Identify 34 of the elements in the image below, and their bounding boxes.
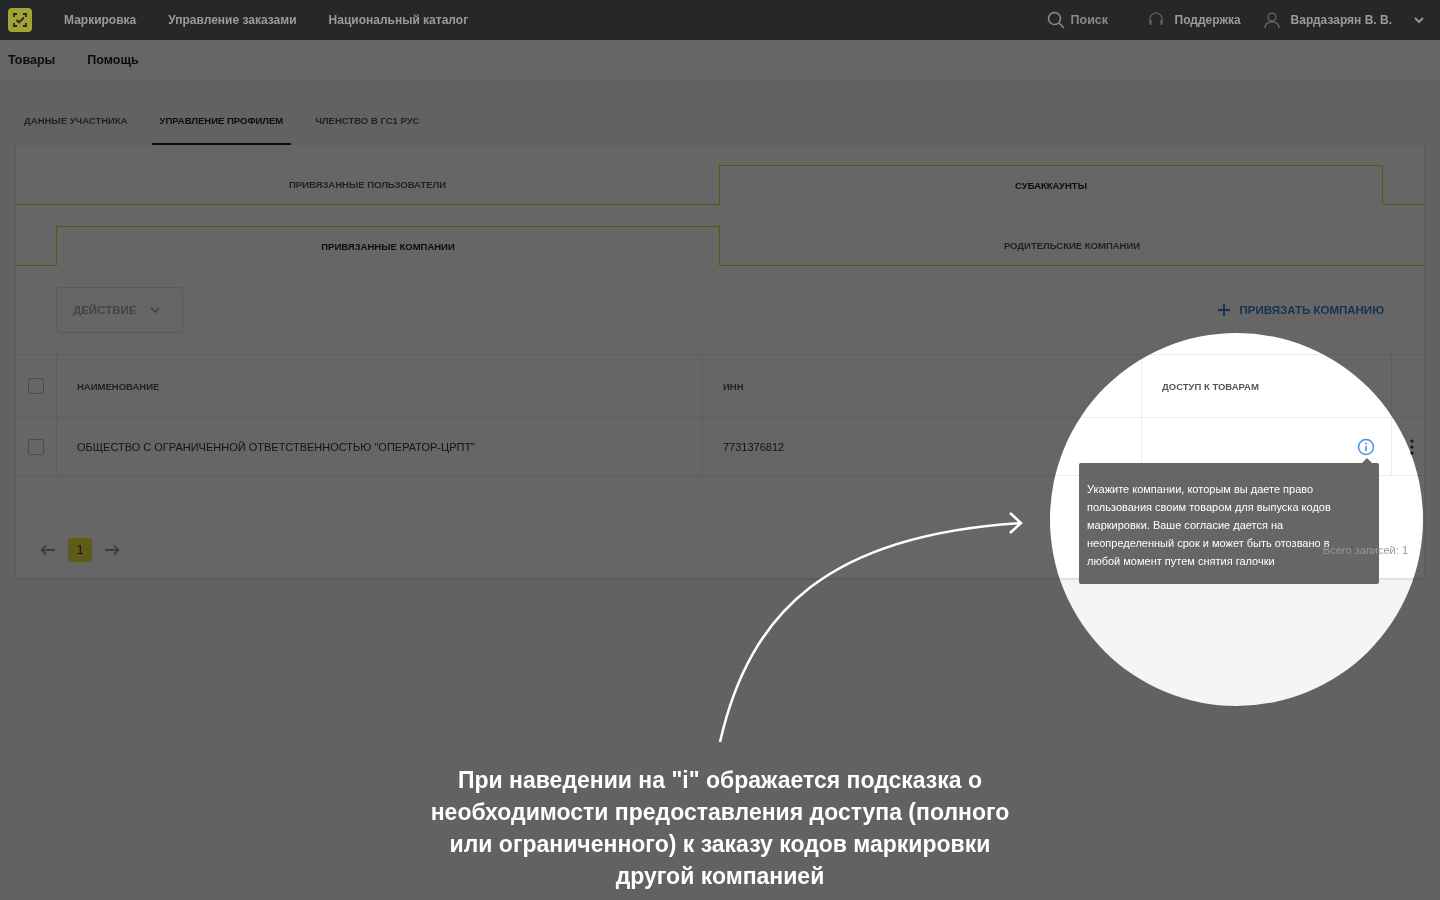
column-header: ДОСТУП К ТОВАРАМ xyxy=(1162,380,1259,392)
next-page-button[interactable] xyxy=(104,544,120,556)
tab[interactable]: ЧЛЕНСТВО В ГС1 РУС xyxy=(307,97,428,145)
page-button[interactable]: 1 xyxy=(68,538,92,562)
nav-link[interactable]: Управление заказами xyxy=(168,13,297,27)
column-header: ИНН xyxy=(723,380,744,392)
add-company-button[interactable]: ПРИВЯЗАТЬ КОМПАНИЮ xyxy=(1217,304,1384,316)
previous-page-button[interactable] xyxy=(40,544,56,556)
logo-icon[interactable] xyxy=(8,8,32,32)
menu-link[interactable]: Помощь xyxy=(87,53,139,67)
table-cell: ОБЩЕСТВО С ОГРАНИЧЕННОЙ ОТВЕТСТВЕННОСТЬЮ "ОПЕРАТОР-ЦРПТ" xyxy=(77,440,476,453)
select-all-checkbox[interactable] xyxy=(28,378,44,394)
column-header: НАИМЕНОВАНИЕ xyxy=(77,380,160,392)
chevron-down-icon xyxy=(150,306,161,314)
user-icon xyxy=(1262,11,1281,29)
tab[interactable]: ДАННЫЕ УЧАСТНИКА xyxy=(16,97,136,145)
menu-link[interactable]: Товары xyxy=(8,53,56,67)
tab[interactable]: ПРИВЯЗАННЫЕ ПОЛЬЗОВАТЕЛИ xyxy=(16,145,719,205)
table-cell: 7731376812 xyxy=(723,440,785,453)
search-field[interactable]: Поиск xyxy=(1070,13,1131,27)
tab[interactable]: ПРИВЯЗАННЫЕ КОМПАНИИ xyxy=(56,226,720,266)
more-icon[interactable] xyxy=(1410,438,1414,455)
support-link[interactable]: Поддержка xyxy=(1174,13,1241,27)
user-name[interactable]: Вардазарян В. В. xyxy=(1290,13,1392,27)
row-checkbox[interactable] xyxy=(28,438,44,455)
chevron-down-icon[interactable] xyxy=(1414,16,1424,24)
info-icon[interactable] xyxy=(1357,437,1375,456)
plus-icon xyxy=(1217,304,1230,316)
nav-link[interactable]: Национальный каталог xyxy=(328,13,469,27)
search-icon xyxy=(1046,11,1065,29)
nav-link[interactable]: Маркировка xyxy=(64,13,137,27)
annotation-text: При наведении на "i" ображается подсказка о необходимости предоставления доступа (полного или ограниченного) к заказу кодов маркировки другой компанией xyxy=(429,766,1011,891)
tab[interactable]: СУБАККАУНТЫ xyxy=(719,165,1383,205)
tab[interactable]: РОДИТЕЛЬСКИЕ КОМПАНИИ xyxy=(720,226,1424,266)
